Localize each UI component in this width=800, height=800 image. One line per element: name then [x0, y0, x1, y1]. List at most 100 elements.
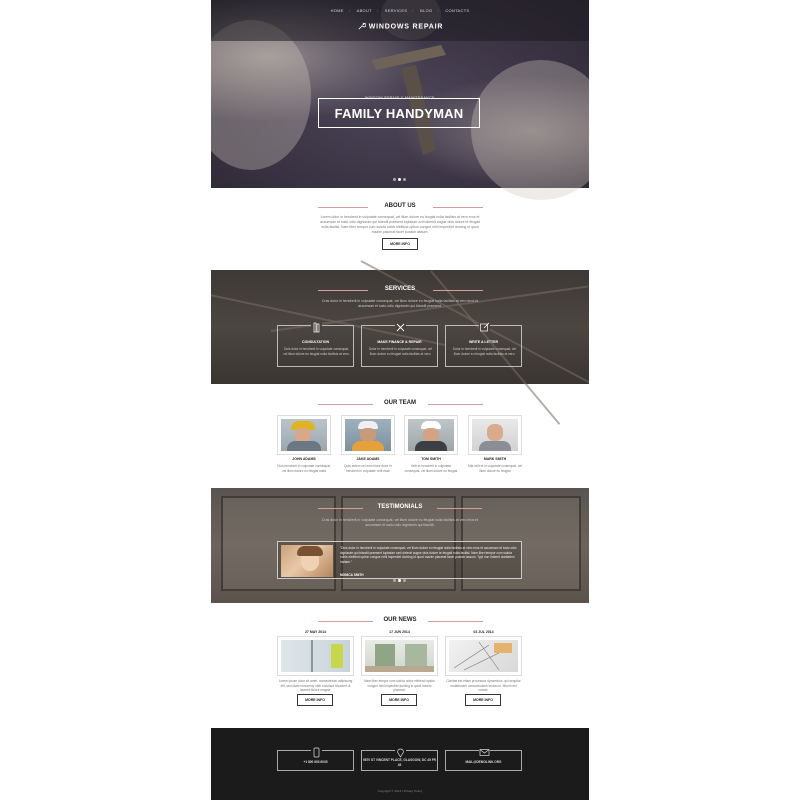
about-more-info-button[interactable]: MORE INFO — [382, 238, 418, 250]
news-image[interactable] — [445, 636, 522, 676]
news-heading: OUR NEWS — [211, 617, 589, 627]
heading-rule — [437, 508, 482, 509]
team-member-photo — [404, 415, 458, 455]
news-more-info-button[interactable]: MORE INFO — [297, 694, 333, 706]
slider-dot-active[interactable] — [398, 579, 401, 582]
news-card: 17 JUN 2014 Nam liber tempor cum soluta … — [361, 630, 438, 706]
service-card[interactable]: WRITE A LETTER Dolor in hendrerit in vul… — [445, 320, 522, 367]
services-text: Cras dolor in hendrerit in vulputate con… — [321, 299, 479, 308]
nav-separator: / — [376, 8, 379, 13]
team-member-photo — [341, 415, 395, 455]
nav-home[interactable]: HOME — [331, 8, 344, 13]
slider-dot[interactable] — [403, 178, 406, 181]
team-member-text: Duis hendrerit in vulputate consequat, v… — [277, 464, 331, 473]
news-text: Nam liber tempor cum soluta nobis eleife… — [364, 679, 435, 692]
service-text: Dolor in hendrerit in vulputate consequa… — [368, 347, 433, 356]
top-navbar — [211, 0, 589, 41]
news-image[interactable] — [361, 636, 438, 676]
team-member-photo — [468, 415, 522, 455]
hero-subtitle: WINDOW REPAIR & MAINTENANCE — [365, 96, 435, 100]
copyright: Copyright © 2014 | Privacy Policy — [377, 789, 423, 793]
hero-slider-dots — [393, 178, 406, 181]
service-title: MAKE FINANCE & REPAIR — [377, 340, 422, 344]
slider-dot[interactable] — [393, 579, 396, 582]
news-card: 27 MAY 2014 Lorem ipsum dolor sit amet, … — [277, 630, 354, 706]
about-heading: ABOUT US — [211, 203, 589, 213]
envelope-icon — [479, 745, 490, 756]
team-title: OUR TEAM — [384, 400, 416, 406]
team-member-name: JOHN ADAMS — [292, 457, 316, 461]
location-pin-icon — [395, 745, 406, 758]
nav-contacts[interactable]: CONTACTS — [445, 8, 469, 13]
phone-icon — [311, 745, 322, 758]
hero-banner: HOME / ABOUT / SERVICES / BLOG / CONTACTS WI… — [211, 0, 589, 200]
service-title: CONSULTATION — [301, 340, 330, 344]
testimonials-text: Cras dolor in hendrerit in vulputate con… — [321, 518, 479, 527]
nav-separator: / — [348, 8, 351, 13]
testimonials-heading: TESTIMONIALS — [211, 504, 589, 514]
service-title: WRITE A LETTER — [468, 340, 499, 344]
testimonial-quote: "Duis dolor in hendrerit in vulputate co… — [340, 546, 517, 564]
service-text: Duis dolor in hendrerit in vulputate con… — [283, 347, 350, 356]
main-nav: HOME / ABOUT / SERVICES / BLOG / CONTACTS — [211, 8, 589, 13]
footer: +1 800 603 6035 9870 ST VINCENT PLACE, G… — [211, 728, 589, 800]
team-member-text: Mia velit et in vulputate consequat, vel… — [468, 464, 522, 473]
news-more-info-button[interactable]: MORE INFO — [381, 694, 417, 706]
footer-phone-box: +1 800 603 6035 — [277, 745, 354, 771]
testimonial-card: "Duis dolor in hendrerit in vulputate co… — [277, 541, 522, 579]
news-more-info-button[interactable]: MORE INFO — [465, 694, 501, 706]
nav-separator: / — [437, 8, 439, 13]
services-title: SERVICES — [384, 286, 416, 292]
about-title: ABOUT US — [384, 203, 416, 209]
team-member-text: Velit et hendrerit in vulputate consequa… — [404, 464, 458, 473]
footer-email[interactable]: MAIL@DEMOLINK.ORG — [446, 760, 521, 765]
team-member-card[interactable]: MARK SMITH Mia velit et in vulputate con… — [468, 415, 522, 473]
services-heading: SERVICES — [211, 286, 589, 296]
about-text: Lorem dolor in hendrerit in vulputate co… — [320, 215, 480, 234]
team-member-name: MARK SMITH — [483, 457, 507, 461]
services-section: SERVICES Cras dolor in hendrerit in vulp… — [211, 260, 589, 425]
service-card[interactable]: MAKE FINANCE & REPAIR Dolor in hendrerit… — [361, 320, 438, 367]
hero-title: FAMILY HANDYMAN — [334, 106, 464, 121]
nav-blog[interactable]: BLOG — [420, 8, 432, 13]
testimonials-section: TESTIMONIALS Cras dolor in hendrerit in … — [211, 488, 589, 603]
heading-rule — [433, 290, 483, 291]
heading-rule — [433, 207, 483, 208]
team-member-name: JAKE ADAMS — [356, 457, 380, 461]
team-member-card[interactable]: TOM SMITH Velit et hendrerit in vulputat… — [404, 415, 458, 473]
news-title: OUR NEWS — [383, 617, 417, 623]
service-text: Dolor in hendrerit in vulputate consequa… — [452, 347, 517, 356]
news-text: Lorem ipsum dolor sit amet, consectetuer… — [278, 679, 353, 692]
heading-rule — [428, 404, 483, 405]
news-card: 03 JUL 2014 Claritas est etiam processus… — [445, 630, 522, 706]
footer-email-box: MAIL@DEMOLINK.ORG — [445, 745, 522, 771]
testimonial-slider-dots — [393, 579, 406, 582]
service-card[interactable]: CONSULTATION Duis dolor in hendrerit in … — [277, 320, 354, 367]
hero-window-texture — [211, 20, 311, 170]
team-member-text: Quis autem vel eum iriure dolor in hendr… — [344, 464, 392, 473]
footer-address: 9870 ST VINCENT PLACE, GLASGOW, DC 45 FR… — [363, 758, 436, 767]
hero-window-texture — [471, 60, 589, 200]
brand-name: WINDOWS REPAIR — [368, 23, 444, 31]
page: HOME / ABOUT / SERVICES / BLOG / CONTACTS WI… — [211, 0, 589, 800]
slider-dot[interactable] — [403, 579, 406, 582]
heading-rule — [428, 621, 483, 622]
brand-logo[interactable]: WINDOWS REPAIR — [211, 22, 589, 31]
footer-phone[interactable]: +1 800 603 6035 — [278, 760, 353, 765]
testimonials-title: TESTIMONIALS — [377, 504, 423, 510]
testimonial-photo — [281, 545, 333, 577]
nav-separator: / — [412, 8, 414, 13]
team-member-card[interactable]: JOHN ADAMS Duis hendrerit in vulputate c… — [277, 415, 331, 473]
nav-services[interactable]: SERVICES — [385, 8, 408, 13]
team-member-name: TOM SMITH — [421, 457, 441, 461]
news-text: Claritas est etiam processus dynamicus, … — [446, 679, 521, 692]
nav-about[interactable]: ABOUT — [357, 8, 372, 13]
team-member-photo — [277, 415, 331, 455]
team-member-card[interactable]: JAKE ADAMS Quis autem vel eum iriure dol… — [341, 415, 395, 473]
slider-dot[interactable] — [393, 178, 396, 181]
slider-dot-active[interactable] — [398, 178, 401, 181]
team-heading: OUR TEAM — [211, 400, 589, 410]
news-image[interactable] — [277, 636, 354, 676]
wrench-screwdriver-icon — [395, 320, 406, 332]
edit-icon — [479, 320, 490, 332]
